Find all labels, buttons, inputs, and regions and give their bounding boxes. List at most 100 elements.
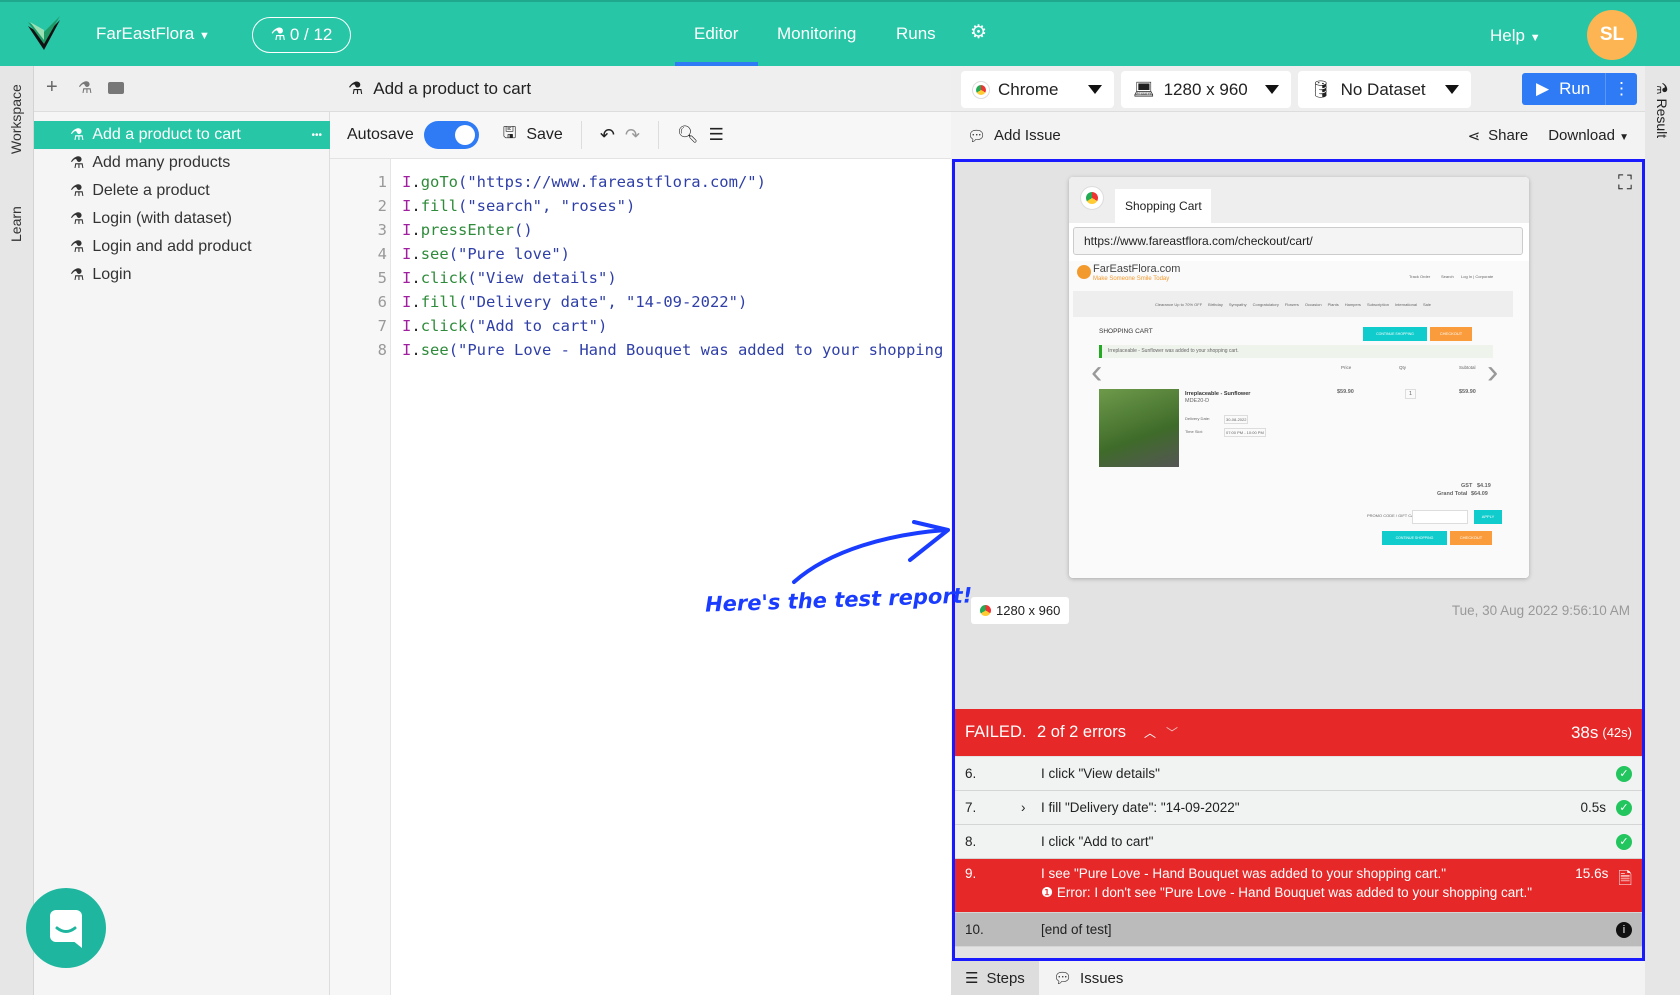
code-line[interactable]: I.see("Pure Love - Hand Bouquet was adde… bbox=[402, 338, 951, 362]
project-selector[interactable]: FarEastFlora ▼ bbox=[96, 24, 210, 44]
fullscreen-icon[interactable]: ⛶ bbox=[1618, 172, 1632, 195]
step-row[interactable]: 9. I see "Pure Love - Hand Bouquet was a… bbox=[955, 859, 1642, 913]
site-nav-item: Flowers bbox=[1284, 301, 1299, 307]
gear-icon[interactable]: ⚙ bbox=[970, 21, 987, 44]
code-line[interactable]: I.click("View details") bbox=[402, 266, 617, 290]
line-number: 1 bbox=[377, 173, 387, 191]
avatar[interactable]: SL bbox=[1587, 10, 1637, 60]
folder-icon[interactable] bbox=[108, 82, 124, 94]
qty: 1 bbox=[1405, 389, 1417, 399]
step-text: [end of test] bbox=[1041, 922, 1112, 937]
browser-select[interactable]: Chrome bbox=[961, 71, 1114, 108]
continue-shopping-button: CONTINUE SHOPPING bbox=[1363, 327, 1427, 341]
col-header: Qty bbox=[1399, 365, 1407, 370]
flask-icon: ⚗ bbox=[70, 127, 85, 144]
save-icon: 🖫 bbox=[502, 124, 517, 142]
site-nav-item: Plants bbox=[1327, 301, 1339, 307]
format-indent-icon[interactable]: ☰ bbox=[709, 125, 724, 145]
tests-count-badge[interactable]: ⚗ 0 / 12 bbox=[252, 17, 351, 53]
sidebar-item[interactable]: ⚗ Login and add product bbox=[34, 233, 330, 261]
chevron-left-icon[interactable]: ‹ bbox=[1091, 353, 1102, 392]
code-line[interactable]: I.see("Pure love") bbox=[402, 242, 570, 266]
step-row[interactable]: 7. › I fill "Delivery date": "14-09-2022… bbox=[955, 791, 1642, 825]
result-panel: Chrome 💻︎ 1280 x 960 🛢︎ No Dataset ▶ Run ⋮ 💬… bbox=[951, 66, 1645, 995]
comment-icon: 💬︎ bbox=[1053, 970, 1073, 987]
chevron-right-icon[interactable]: › bbox=[1021, 800, 1041, 815]
code-line[interactable]: I.goTo("https://www.fareastflora.com/") bbox=[402, 170, 766, 194]
save-button[interactable]: Save bbox=[526, 126, 562, 144]
step-row[interactable]: 10. [end of test] i bbox=[955, 913, 1642, 947]
run-options-icon[interactable]: ⋮ bbox=[1605, 73, 1637, 105]
caret-down-icon: ▼ bbox=[1529, 32, 1541, 44]
delivery-date: 30-08-2022 bbox=[1224, 415, 1249, 424]
share-button[interactable]: Share bbox=[1488, 127, 1528, 144]
chevron-up-icon[interactable]: ︿ bbox=[1144, 724, 1156, 741]
editor-toolbar: Autosave 🖫 Save ↶ ↷ 🔍︎ ☰ bbox=[330, 112, 951, 159]
chevron-right-icon[interactable]: › bbox=[1487, 353, 1498, 392]
chat-launcher[interactable] bbox=[26, 888, 106, 968]
tab-issues[interactable]: 💬︎ Issues bbox=[1039, 961, 1123, 995]
flask-icon: ⚗ bbox=[70, 183, 85, 200]
label: Time Slot: bbox=[1185, 429, 1203, 434]
sidebar-item[interactable]: ⚗ Delete a product bbox=[34, 177, 330, 205]
chevron-down-icon[interactable]: ﹀ bbox=[1166, 724, 1178, 741]
more-icon[interactable]: ••• bbox=[311, 130, 322, 141]
flask-icon: ⚗ bbox=[70, 155, 85, 172]
promo-input bbox=[1412, 510, 1468, 524]
checkout-button: CHECKOUT bbox=[1430, 327, 1472, 341]
sidebar-item[interactable]: ⚗ Add a product to cart ••• bbox=[34, 121, 330, 149]
sidebar-item[interactable]: ⚗ Login (with dataset) bbox=[34, 205, 330, 233]
search-icon[interactable]: 🔍︎ bbox=[677, 125, 699, 145]
status-label: FAILED. bbox=[965, 723, 1027, 741]
caret-down-icon bbox=[1088, 85, 1102, 94]
caret-down-icon bbox=[1265, 85, 1279, 94]
database-icon: 🛢︎ bbox=[1310, 79, 1332, 99]
line-number: 7 bbox=[377, 317, 387, 335]
report-tabs: ☰ Steps 💬︎ Issues bbox=[951, 961, 1645, 995]
right-vertical-tabs: ⚗ Result bbox=[1645, 66, 1680, 995]
line-number: 4 bbox=[377, 245, 387, 263]
step-row[interactable]: 6. I click "View details" ✓ bbox=[955, 757, 1642, 791]
add-issue-button[interactable]: Add Issue bbox=[994, 127, 1061, 144]
code-line[interactable]: I.fill("Delivery date", "14-09-2022") bbox=[402, 290, 747, 314]
step-row[interactable]: 8. I click "Add to cart" ✓ bbox=[955, 825, 1642, 859]
document-icon[interactable]: 🗎 bbox=[1618, 866, 1632, 895]
continue-shopping-button: CONTINUE SHOPPING bbox=[1382, 531, 1447, 545]
duration: 38s bbox=[1570, 722, 1599, 742]
tab-workspace[interactable]: Workspace bbox=[8, 84, 24, 154]
tab-runs[interactable]: Runs bbox=[896, 24, 936, 44]
code-line[interactable]: I.fill("search", "roses") bbox=[402, 194, 635, 218]
step-error: ❶ Error: I don't see "Pure Love - Hand B… bbox=[1041, 885, 1533, 900]
download-button[interactable]: Download ▼ bbox=[1548, 127, 1629, 144]
plus-icon[interactable]: + bbox=[46, 76, 58, 99]
autosave-toggle[interactable] bbox=[423, 121, 479, 149]
play-icon: ▶ bbox=[1536, 79, 1550, 98]
line-number: 5 bbox=[377, 269, 387, 287]
sidebar-item[interactable]: ⚗ Login bbox=[34, 261, 330, 289]
flask-icon: ⚗ bbox=[70, 211, 85, 228]
tab-steps[interactable]: ☰ Steps bbox=[951, 961, 1039, 995]
check-circle-icon: ✓ bbox=[1616, 833, 1632, 850]
col-header: Price bbox=[1341, 365, 1352, 370]
label: Delivery Date: bbox=[1185, 416, 1211, 421]
tab-learn[interactable]: Learn bbox=[8, 206, 24, 242]
dataset-select[interactable]: 🛢︎ No Dataset bbox=[1298, 71, 1471, 108]
redo-icon[interactable]: ↷ bbox=[625, 125, 640, 146]
logo-icon[interactable] bbox=[26, 16, 62, 52]
flask-icon[interactable]: ⚗ bbox=[78, 78, 92, 98]
code-line[interactable]: I.pressEnter() bbox=[402, 218, 533, 242]
tab-monitoring[interactable]: Monitoring bbox=[777, 24, 856, 44]
help-menu[interactable]: Help ▼ bbox=[1490, 26, 1541, 46]
tab-result[interactable]: ⚗ Result bbox=[1653, 82, 1670, 138]
sidebar-item[interactable]: ⚗ Add many products bbox=[34, 149, 330, 177]
chrome-icon bbox=[980, 605, 991, 616]
undo-icon[interactable]: ↶ bbox=[600, 125, 615, 146]
step-text: I click "Add to cart" bbox=[1041, 834, 1154, 849]
divider bbox=[580, 121, 582, 149]
check-circle-icon: ✓ bbox=[1616, 765, 1632, 782]
site-link: Log In | Corporate bbox=[1461, 274, 1494, 279]
tab-editor[interactable]: Editor bbox=[694, 24, 738, 44]
run-button[interactable]: ▶ Run ⋮ bbox=[1522, 73, 1637, 105]
code-line[interactable]: I.click("Add to cart") bbox=[402, 314, 607, 338]
resolution-select[interactable]: 💻︎ 1280 x 960 bbox=[1121, 71, 1291, 108]
